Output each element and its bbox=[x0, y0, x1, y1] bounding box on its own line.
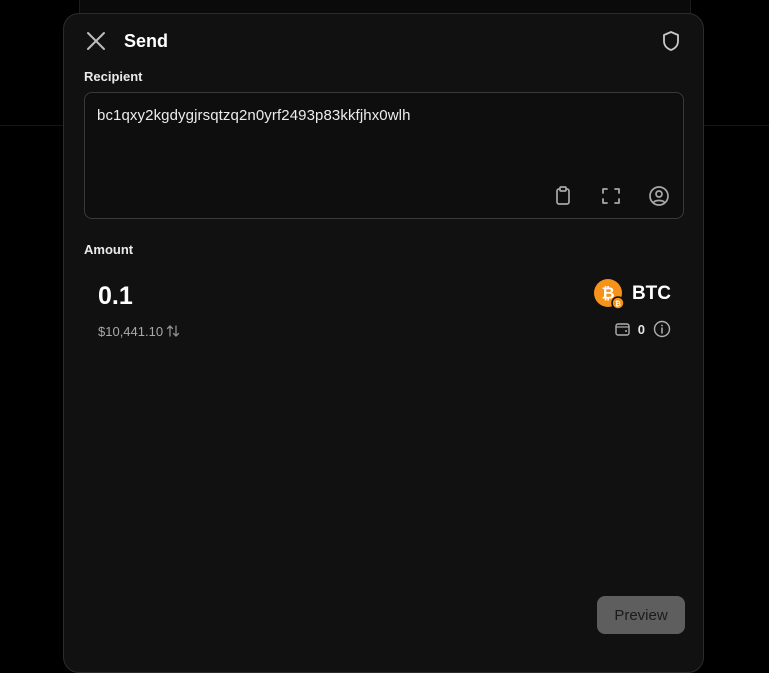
token-name: BTC bbox=[631, 283, 671, 304]
paste-button[interactable] bbox=[551, 184, 575, 208]
close-icon bbox=[87, 32, 105, 50]
amount-input[interactable]: 0.1 bbox=[98, 282, 133, 311]
token-selector[interactable]: ₿ ₿ BTC bbox=[593, 279, 671, 310]
send-modal: Send Recipient bc1qxy2kgdygjrsqtzq2n0yrf… bbox=[63, 13, 704, 673]
amount-label: Amount bbox=[84, 242, 134, 257]
modal-title: Send bbox=[124, 31, 169, 51]
recipient-label: Recipient bbox=[84, 69, 143, 84]
svg-text:₿: ₿ bbox=[615, 300, 621, 308]
recipient-input[interactable]: bc1qxy2kgdygjrsqtzq2n0yrf2493p83kkfjhx0w… bbox=[84, 92, 684, 219]
info-icon[interactable] bbox=[653, 320, 671, 338]
address-book-button[interactable] bbox=[647, 184, 671, 208]
modal-header: Send bbox=[64, 14, 703, 68]
wallet-icon bbox=[615, 323, 630, 336]
security-button[interactable] bbox=[659, 29, 683, 53]
swap-currency-icon[interactable] bbox=[165, 323, 181, 339]
fiat-value: $10,441.10 bbox=[98, 323, 164, 339]
balance-value: 0 bbox=[637, 321, 645, 337]
contact-icon bbox=[649, 186, 669, 206]
clipboard-icon bbox=[556, 186, 570, 205]
scan-qr-button[interactable] bbox=[599, 184, 623, 208]
scan-icon bbox=[602, 188, 620, 204]
balance-row: 0 bbox=[614, 320, 671, 338]
recipient-address[interactable]: bc1qxy2kgdygjrsqtzq2n0yrf2493p83kkfjhx0w… bbox=[97, 107, 411, 124]
bitcoin-icon: ₿ ₿ bbox=[593, 279, 625, 310]
close-button[interactable] bbox=[84, 29, 108, 53]
preview-button[interactable]: Preview bbox=[597, 596, 685, 634]
shield-icon bbox=[663, 31, 679, 51]
fiat-equivalent: $10,441.10 bbox=[98, 323, 181, 339]
